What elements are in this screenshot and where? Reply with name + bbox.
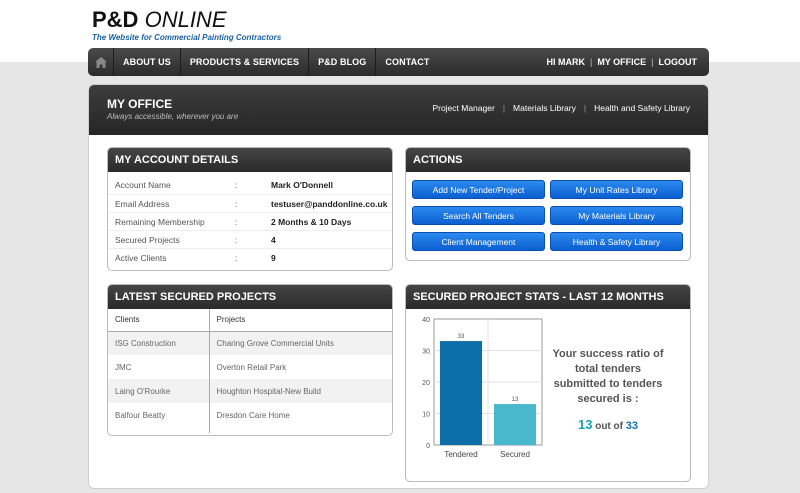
office-links: Project Manager | Materials Library | He… [424,103,690,113]
account-row: Remaining Membership:2 Months & 10 Days [108,212,392,230]
stats-heading: SECURED PROJECT STATS - LAST 12 MONTHS [406,285,690,309]
page-title: MY OFFICE [107,97,173,111]
page-subtitle: Always accessible, wherever you are [107,112,239,121]
data-label: 13 [512,397,519,403]
tendered-count: 33 [625,420,639,432]
x-tick-label: Tendered [444,450,477,459]
bar-secured [493,404,537,445]
secured-count: 13 [577,417,593,432]
actions-panel: ACTIONS Add New Tender/Project My Unit R… [405,147,691,261]
secured-projects-value: 4 [271,235,276,245]
y-tick-label: 40 [422,317,430,324]
nav-logout[interactable]: LOGOUT [659,57,698,67]
account-row: Account Name: Mark O'Donnell [108,176,392,194]
table-row[interactable]: Laing O'Rourke Houghton Hospital-New Buil… [108,379,392,403]
out-of-label: out of [595,421,623,432]
success-ratio-text: Your success ratio of total tenders subm… [552,348,664,405]
data-label: 33 [458,334,465,340]
email-value: testuser@panddonline.co.uk [271,199,388,209]
latest-projects-panel: LATEST SECURED PROJECTS Clients Projects … [107,284,393,436]
table-row[interactable]: JMC Overton Retail Park [108,355,392,379]
materials-library-button[interactable]: My Materials Library [550,206,683,225]
nav-my-office[interactable]: MY OFFICE [597,57,646,67]
link-health-safety-library[interactable]: Health and Safety Library [586,103,690,113]
bar-tendered [439,341,483,445]
nav-about-us[interactable]: ABOUT US [114,48,181,76]
x-tick-label: Secured [500,450,530,459]
logo-title: P&D ONLINE [92,7,227,32]
nav-products-services[interactable]: PRODUCTS & SERVICES [181,48,310,76]
active-clients-value: 9 [271,253,276,263]
account-row: Email Address: testuser@panddonline.co.uk [108,194,392,212]
link-project-manager[interactable]: Project Manager [424,103,502,113]
latest-projects-heading: LATEST SECURED PROJECTS [108,285,392,309]
column-header-clients: Clients [108,309,210,332]
nav-separator: | [589,57,593,67]
add-tender-button[interactable]: Add New Tender/Project [412,180,545,199]
account-row: Active Clients:9 [108,248,392,266]
home-icon[interactable] [88,48,114,76]
logo[interactable]: P&D ONLINE The Website for Commercial Pa… [92,7,282,43]
client-management-button[interactable]: Client Management [412,232,545,251]
projects-table: Clients Projects ISG Construction Charing … [108,309,392,433]
table-row[interactable]: Balfour Beatty Dresdon Care Home [108,403,392,427]
main-nav: ABOUT US PRODUCTS & SERVICES P&D BLOG CO… [88,48,709,76]
y-tick-label: 20 [422,380,430,387]
account-name-value: Mark O'Donnell [271,180,334,190]
link-materials-library[interactable]: Materials Library [505,103,584,113]
search-tenders-button[interactable]: Search All Tenders [412,206,545,225]
account-row: Secured Projects:4 [108,230,392,248]
health-safety-library-button[interactable]: Health & Safety Library [550,232,683,251]
membership-value: 2 Months & 10 Days [271,217,352,227]
success-ratio-value: 13 out of 33 [548,417,668,432]
column-header-projects: Projects [209,309,392,332]
nav-blog[interactable]: P&D BLOG [309,48,377,76]
nav-contact[interactable]: CONTACT [376,48,438,76]
stats-panel: SECURED PROJECT STATS - LAST 12 MONTHS 0… [405,284,691,482]
logo-tagline: The Website for Commercial Painting Cont… [92,33,282,42]
y-tick-label: 10 [422,412,430,419]
office-header: MY OFFICE Always accessible, wherever yo… [89,85,708,135]
y-tick-label: 0 [426,443,430,450]
account-details-panel: MY ACCOUNT DETAILS Account Name: Mark O'D… [107,147,393,271]
y-tick-label: 30 [422,349,430,356]
main-content: MY OFFICE Always accessible, wherever yo… [88,84,709,489]
nav-separator: | [651,57,654,67]
stats-chart: 0 10 20 30 40 33 Tendered 13 Secured [422,317,543,459]
table-row [108,427,392,433]
account-details-heading: MY ACCOUNT DETAILS [108,148,392,172]
user-greeting: HI MARK [546,57,585,67]
table-row[interactable]: ISG Construction Charing Grove Commercial… [108,331,392,355]
actions-heading: ACTIONS [406,148,690,172]
user-nav: HI MARK | MY OFFICE | LOGOUT [546,48,697,76]
unit-rates-library-button[interactable]: My Unit Rates Library [550,180,683,199]
